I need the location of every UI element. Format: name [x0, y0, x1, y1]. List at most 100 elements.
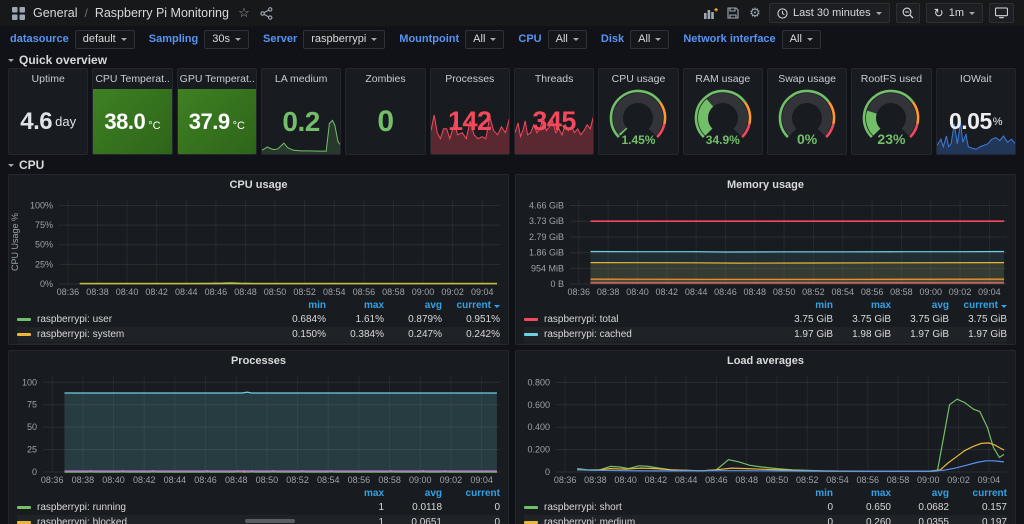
svg-text:09:00: 09:00 [919, 287, 942, 297]
share-icon[interactable] [259, 5, 275, 21]
svg-text:08:46: 08:46 [205, 287, 228, 297]
breadcrumb-dashboard-title[interactable]: Raspberry Pi Monitoring [95, 6, 229, 20]
stat-value: 37.9°C [189, 109, 245, 135]
svg-text:08:52: 08:52 [286, 475, 309, 485]
variable-label: Network interface [683, 33, 775, 45]
panel-title[interactable]: Load averages [516, 351, 1015, 371]
dashboards-grid-icon[interactable] [10, 5, 26, 21]
time-range-picker[interactable]: Last 30 minutes [769, 3, 890, 23]
variable-value-dropdown[interactable]: default [75, 30, 135, 49]
legend-sort-column-avg[interactable]: avg [891, 300, 949, 311]
quick-overview-row: Uptime 4.6day CPU Temperat... 38.0°C GPU… [8, 68, 1016, 155]
refresh-picker[interactable]: ↻ 1m [926, 3, 983, 23]
svg-text:25: 25 [27, 445, 37, 455]
legend-stat-value: 0.197 [949, 517, 1007, 524]
svg-text:0.800: 0.800 [527, 377, 550, 387]
legend-series-label[interactable]: raspberrypi: medium [544, 517, 775, 524]
refresh-icon: ↻ [934, 6, 944, 20]
variable-value-dropdown[interactable]: All [630, 30, 669, 49]
row-toggle-quick-overview[interactable]: Quick overview [8, 53, 107, 67]
variable-cpu: CPU All [518, 30, 586, 49]
legend-sort-column-current[interactable]: current [442, 488, 500, 499]
legend-sort-column-max[interactable]: max [326, 300, 384, 311]
legend-sort-column-avg[interactable]: avg [384, 488, 442, 499]
panel-zombies: Zombies 0 [345, 68, 425, 155]
legend-series-label[interactable]: raspberrypi: user [37, 314, 268, 325]
legend-sort-column-current[interactable]: current [949, 300, 1007, 311]
svg-text:09:02: 09:02 [441, 287, 464, 297]
legend-sort-column-current[interactable]: current [949, 488, 1007, 499]
legend-stat-value: 3.75 GiB [891, 314, 949, 325]
legend-sort-column-avg[interactable]: avg [384, 300, 442, 311]
legend-sort-column-max[interactable]: max [833, 300, 891, 311]
panel-title[interactable]: Memory usage [516, 175, 1015, 195]
breadcrumb-section[interactable]: General [33, 6, 77, 20]
svg-text:08:50: 08:50 [773, 287, 796, 297]
legend-sort-column-max[interactable]: max [833, 488, 891, 499]
legend-sort-column-min[interactable]: min [775, 300, 833, 311]
legend-stat-value: 3.75 GiB [775, 314, 833, 325]
svg-text:08:54: 08:54 [317, 475, 340, 485]
zoom-out-time-button[interactable] [896, 3, 920, 23]
legend-sort-column-current[interactable]: current [442, 300, 500, 311]
settings-gear-icon[interactable]: ⚙ [747, 5, 763, 21]
svg-text:08:42: 08:42 [656, 287, 679, 297]
svg-text:08:36: 08:36 [568, 287, 591, 297]
svg-text:08:58: 08:58 [382, 287, 405, 297]
save-dashboard-icon[interactable] [725, 5, 741, 21]
processes-chart[interactable]: 025507510008:3608:3808:4008:4208:4408:46… [9, 371, 508, 487]
panel-processes-graph: Processes 025507510008:3608:3808:4008:42… [8, 350, 509, 524]
svg-text:08:44: 08:44 [685, 287, 708, 297]
legend-sort-column-min[interactable]: min [268, 300, 326, 311]
chevron-down-icon [490, 38, 496, 44]
load-averages-chart[interactable]: 00.2000.4000.6000.80008:3608:3808:4008:4… [516, 371, 1015, 487]
memory-usage-chart[interactable]: 0 B954 MiB1.86 GiB2.79 GiB3.73 GiB4.66 G… [516, 195, 1015, 299]
variable-value-dropdown[interactable]: All [465, 30, 504, 49]
chevron-down-icon [573, 38, 579, 44]
series-color-dash [17, 333, 31, 336]
panel-processes: Processes 142 [430, 68, 510, 155]
legend-stat-value: 0.951% [442, 314, 500, 325]
chevron-down-icon [235, 38, 241, 44]
star-icon[interactable]: ☆ [236, 5, 252, 21]
legend-sort-column-max[interactable]: max [326, 488, 384, 499]
variable-value-dropdown[interactable]: All [782, 30, 821, 49]
svg-text:75: 75 [27, 400, 37, 410]
svg-text:08:48: 08:48 [225, 475, 248, 485]
svg-text:50%: 50% [35, 240, 53, 250]
svg-text:4.66 GiB: 4.66 GiB [529, 201, 564, 211]
legend-sort-column-min[interactable]: min [775, 488, 833, 499]
panel-threads: Threads 345 [514, 68, 594, 155]
svg-text:08:56: 08:56 [856, 475, 879, 485]
panel-ram-usage-gauge: RAM usage 34.9% [683, 68, 763, 155]
row-toggle-cpu[interactable]: CPU [8, 158, 44, 172]
legend-series-label[interactable]: raspberrypi: running [37, 502, 326, 513]
variable-mountpoint: Mountpoint All [399, 30, 504, 49]
svg-text:08:38: 08:38 [86, 287, 109, 297]
kiosk-mode-button[interactable] [989, 3, 1014, 23]
stat-background-fill: 37.9°C [178, 89, 256, 154]
legend-series-label[interactable]: raspberrypi: system [37, 329, 268, 340]
variable-value-dropdown[interactable]: raspberrypi [303, 30, 385, 49]
legend-stat-value: 1.98 GiB [833, 329, 891, 340]
legend-series-label[interactable]: raspberrypi: cached [544, 329, 775, 340]
chevron-down-icon [655, 38, 661, 44]
legend-series-label[interactable]: raspberrypi: short [544, 502, 775, 513]
variable-value-dropdown[interactable]: All [548, 30, 587, 49]
svg-text:08:46: 08:46 [705, 475, 728, 485]
cpu-usage-chart[interactable]: 0%25%50%75%100%08:3608:3808:4008:4208:44… [9, 195, 508, 299]
legend-series-label[interactable]: raspberrypi: total [544, 314, 775, 325]
variable-value-dropdown[interactable]: 30s [204, 30, 249, 49]
legend-header: minmaxavgcurrent [17, 299, 500, 312]
legend-sort-column-avg[interactable]: avg [891, 488, 949, 499]
horizontal-scrollbar-thumb[interactable] [245, 519, 295, 523]
tv-monitor-icon [995, 7, 1008, 19]
panel-title[interactable]: CPU usage [9, 175, 508, 195]
svg-text:08:42: 08:42 [145, 287, 168, 297]
time-range-label: Last 30 minutes [793, 7, 871, 19]
panel-title[interactable]: Processes [9, 351, 508, 371]
svg-text:08:46: 08:46 [714, 287, 737, 297]
legend-stat-value: 3.75 GiB [949, 314, 1007, 325]
svg-text:08:54: 08:54 [826, 475, 849, 485]
add-panel-icon[interactable] [703, 5, 719, 21]
